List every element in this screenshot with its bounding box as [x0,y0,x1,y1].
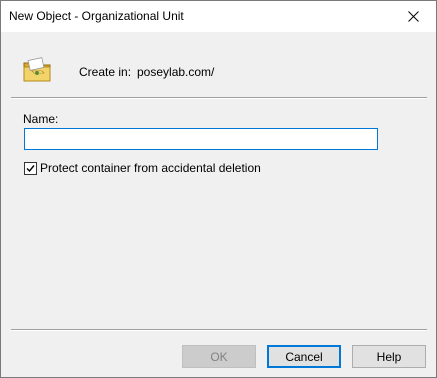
protect-checkbox-label[interactable]: Protect container from accidental deleti… [40,161,261,175]
protect-container-option[interactable]: Protect container from accidental deleti… [24,161,261,175]
name-label: Name: [23,112,59,126]
footer-divider [11,329,427,331]
name-input[interactable] [24,128,378,150]
checkmark-icon [26,164,35,172]
close-button[interactable] [390,1,436,32]
protect-checkbox[interactable] [24,161,37,175]
header-divider [11,97,427,99]
create-in-label: Create in: [79,65,132,79]
new-object-dialog: New Object - Organizational Unit Create … [0,0,437,378]
create-in-path: poseylab.com/ [137,65,215,79]
close-icon [407,11,419,22]
dialog-title: New Object - Organizational Unit [9,9,184,23]
ok-button[interactable]: OK [182,345,256,368]
cancel-button[interactable]: Cancel [267,345,341,368]
organizational-unit-icon [23,56,51,82]
help-button[interactable]: Help [352,345,426,368]
title-bar[interactable]: New Object - Organizational Unit [1,1,436,32]
